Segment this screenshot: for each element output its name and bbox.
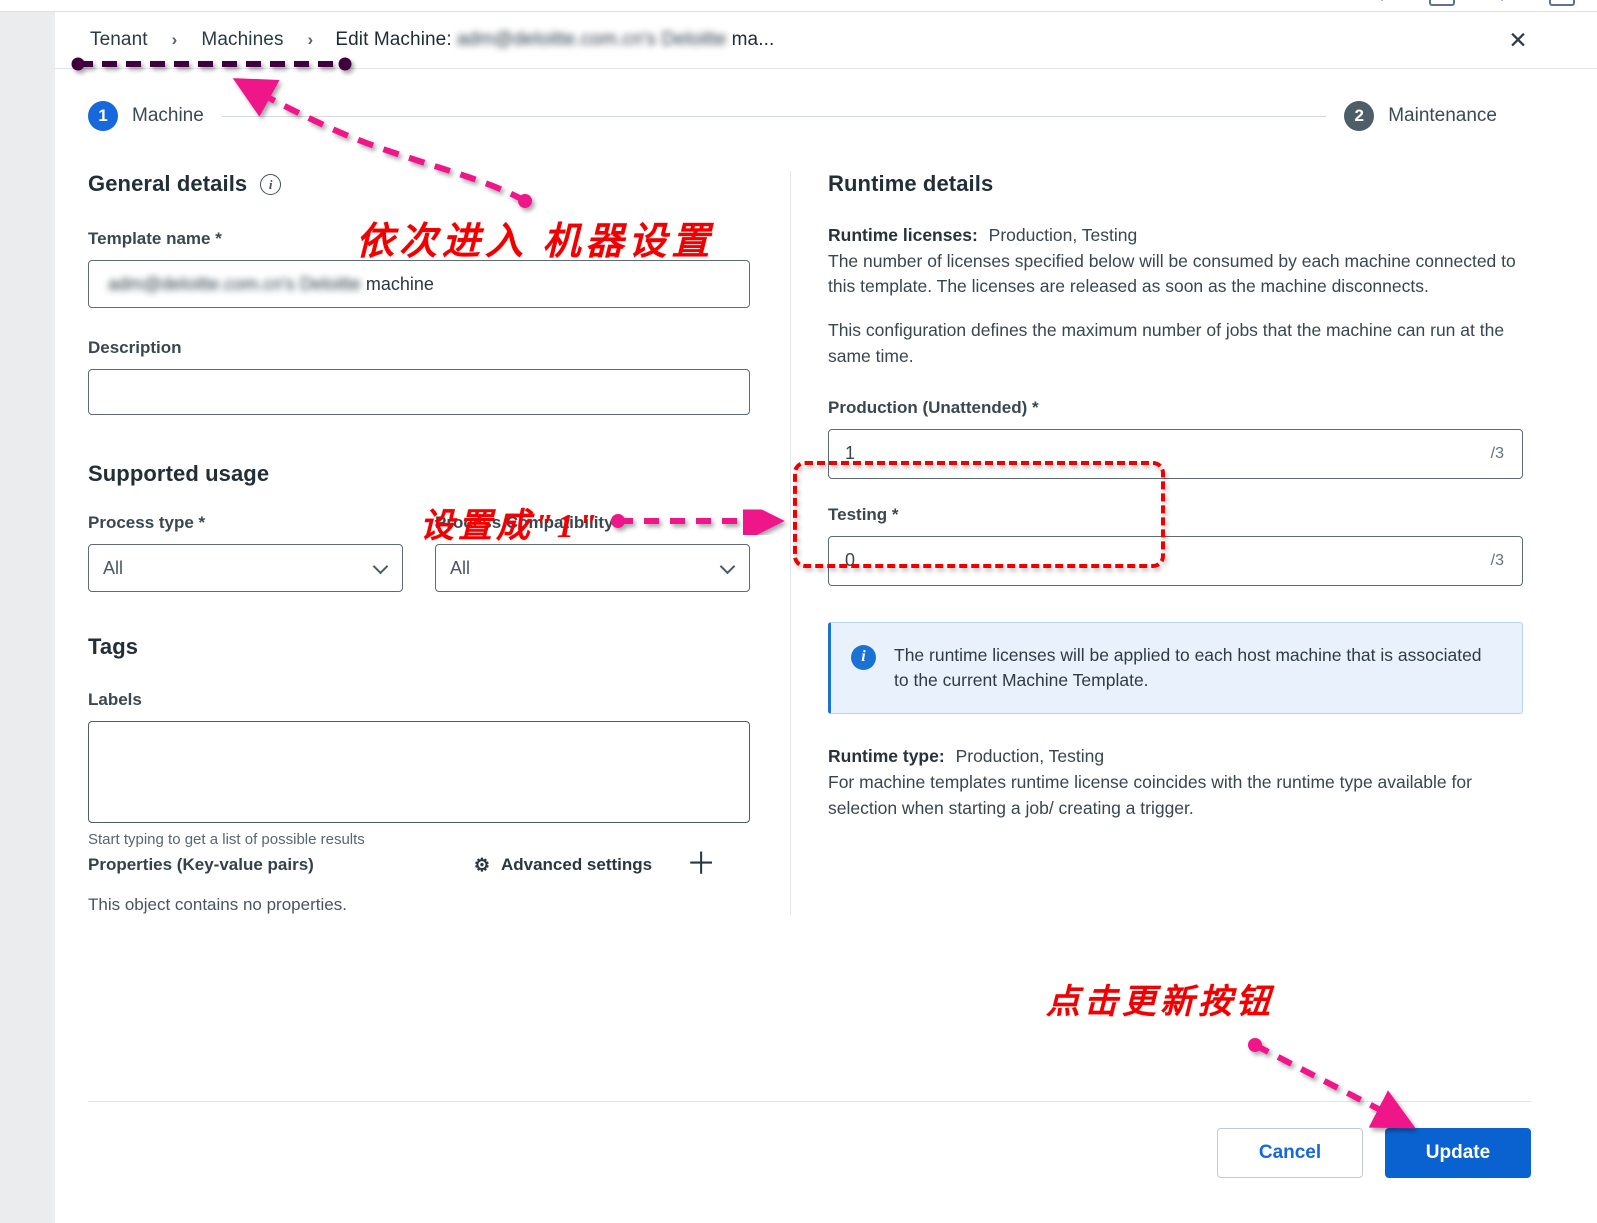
testing-label: Testing *: [828, 504, 899, 524]
chevron-down-icon-2[interactable]: [1495, 0, 1509, 6]
wizard-stepper: 1 Machine 2 Maintenance: [55, 69, 1597, 131]
tags-heading: Tags: [88, 634, 139, 659]
dialog-footer: Cancel Update: [88, 1101, 1531, 1178]
breadcrumb-separator-1: ›: [171, 30, 178, 49]
breadcrumb: Tenant › Machines › Edit Machine: adm@de…: [88, 29, 774, 51]
testing-value: 0: [845, 550, 856, 571]
general-details-title: General details: [88, 171, 248, 196]
process-type-field-group: Process type * All: [88, 513, 403, 592]
step-1-label: Machine: [132, 105, 204, 126]
info-icon: i: [851, 644, 876, 670]
labels-label: Labels: [88, 690, 142, 709]
description-field-group: Description: [88, 338, 750, 415]
runtime-licenses-heading: Runtime licenses:: [828, 225, 978, 245]
labels-field-group: Labels Start typing to get a list of pos…: [88, 690, 750, 848]
dialog-header: Tenant › Machines › Edit Machine: adm@de…: [55, 12, 1597, 69]
page-backdrop-left: [0, 12, 55, 1223]
runtime-details-column: Runtime details Runtime licenses: Produc…: [790, 171, 1597, 915]
runtime-type-paragraph: For machine templates runtime license co…: [828, 772, 1472, 818]
update-button[interactable]: Update: [1385, 1128, 1531, 1178]
production-label: Production (Unattended) *: [828, 397, 1039, 417]
breadcrumb-current-suffix: ma...: [731, 29, 775, 50]
testing-field-group: Testing * 0 /3: [828, 505, 1523, 586]
process-compatibility-label: Process Compatibility *: [435, 513, 625, 532]
general-details-heading: General details i: [88, 171, 750, 197]
runtime-details-heading: Runtime details: [828, 171, 994, 196]
template-name-field-group: Template name * adm@deloitte.com.cn's De…: [88, 229, 750, 308]
runtime-licenses-block: Runtime licenses: Production, Testing Th…: [828, 223, 1523, 300]
template-name-input[interactable]: adm@deloitte.com.cn's Deloitte machine: [88, 260, 750, 308]
process-type-select[interactable]: All: [88, 544, 403, 592]
runtime-licenses-value: Production, Testing: [988, 225, 1138, 245]
breadcrumb-separator-2: ›: [307, 30, 314, 49]
runtime-licenses-paragraph-1: The number of licenses specified below w…: [828, 250, 1516, 297]
runtime-licenses-paragraph-2: This configuration defines the maximum n…: [828, 320, 1505, 366]
cancel-button[interactable]: Cancel: [1217, 1128, 1363, 1178]
testing-max: /3: [1490, 551, 1504, 569]
step-maintenance[interactable]: 2 Maintenance: [1344, 101, 1497, 131]
add-property-button[interactable]: ＋: [686, 850, 716, 880]
process-type-value: All: [103, 557, 124, 578]
template-name-visible-value: machine: [365, 273, 434, 294]
chevron-down-icon[interactable]: [1375, 0, 1389, 6]
info-icon[interactable]: i: [260, 173, 282, 195]
chevron-down-icon: [372, 558, 389, 575]
panel-icon-2[interactable]: [1549, 0, 1575, 6]
runtime-info-banner: i The runtime licenses will be applied t…: [828, 621, 1523, 715]
breadcrumb-item-tenant[interactable]: Tenant: [88, 29, 150, 51]
step-2-number: 2: [1344, 101, 1375, 131]
chevron-down-icon: [719, 558, 736, 575]
breadcrumb-current-prefix: Edit Machine:: [335, 29, 452, 50]
template-name-redacted-value: adm@deloitte.com.cn's Deloitte: [108, 273, 361, 294]
breadcrumb-item-current: Edit Machine: adm@deloitte.com.cn's Delo…: [335, 29, 774, 51]
labels-hint: Start typing to get a list of possible r…: [88, 831, 365, 848]
labels-input[interactable]: [88, 721, 750, 823]
properties-title: Properties (Key-value pairs): [88, 854, 314, 874]
step-2-label: Maintenance: [1388, 105, 1497, 126]
runtime-type-block: Runtime type: Production, Testing For ma…: [828, 744, 1523, 821]
process-compatibility-field-group: Process Compatibility * All: [435, 513, 750, 592]
description-label: Description: [88, 338, 182, 357]
template-name-label: Template name *: [88, 229, 222, 248]
breadcrumb-item-machines[interactable]: Machines: [199, 29, 285, 51]
edit-machine-dialog: Tenant › Machines › Edit Machine: adm@de…: [55, 12, 1597, 1223]
toolbar-icon-group: [1375, 0, 1575, 6]
process-type-label: Process type *: [88, 513, 206, 532]
close-icon[interactable]: ✕: [1505, 27, 1531, 53]
app-toolbar-strip: [0, 0, 1597, 12]
description-input[interactable]: [88, 369, 750, 415]
panel-icon[interactable]: [1429, 0, 1455, 6]
runtime-type-value: Production, Testing: [955, 746, 1105, 767]
production-input[interactable]: 1 /3: [828, 428, 1523, 479]
stepper-connector: [221, 115, 1327, 117]
general-details-column: General details i Template name * adm@de…: [55, 171, 790, 915]
dialog-body: General details i Template name * adm@de…: [55, 131, 1597, 915]
properties-row: Properties (Key-value pairs) ⚙ Advanced …: [88, 850, 750, 880]
production-field-group: Production (Unattended) * 1 /3: [828, 398, 1523, 479]
runtime-type-heading: Runtime type:: [828, 746, 945, 767]
no-properties-text: This object contains no properties.: [88, 895, 347, 914]
production-value: 1: [845, 443, 856, 464]
breadcrumb-current-redacted: adm@deloitte.com.cn's Deloitte: [456, 29, 727, 50]
supported-usage-heading: Supported usage: [88, 461, 270, 486]
supported-usage-row: Process type * All Process Compatibility…: [88, 513, 750, 592]
production-max: /3: [1490, 444, 1504, 462]
step-1-number: 1: [88, 101, 118, 131]
process-compatibility-select[interactable]: All: [435, 544, 750, 592]
gear-icon: ⚙: [473, 854, 490, 875]
process-compatibility-value: All: [450, 557, 471, 578]
runtime-info-banner-text: The runtime licenses will be applied to …: [894, 644, 1482, 690]
advanced-settings-button[interactable]: ⚙ Advanced settings: [474, 855, 652, 875]
advanced-settings-label: Advanced settings: [500, 854, 653, 874]
step-machine[interactable]: 1 Machine: [88, 101, 204, 131]
testing-input[interactable]: 0 /3: [828, 535, 1523, 586]
